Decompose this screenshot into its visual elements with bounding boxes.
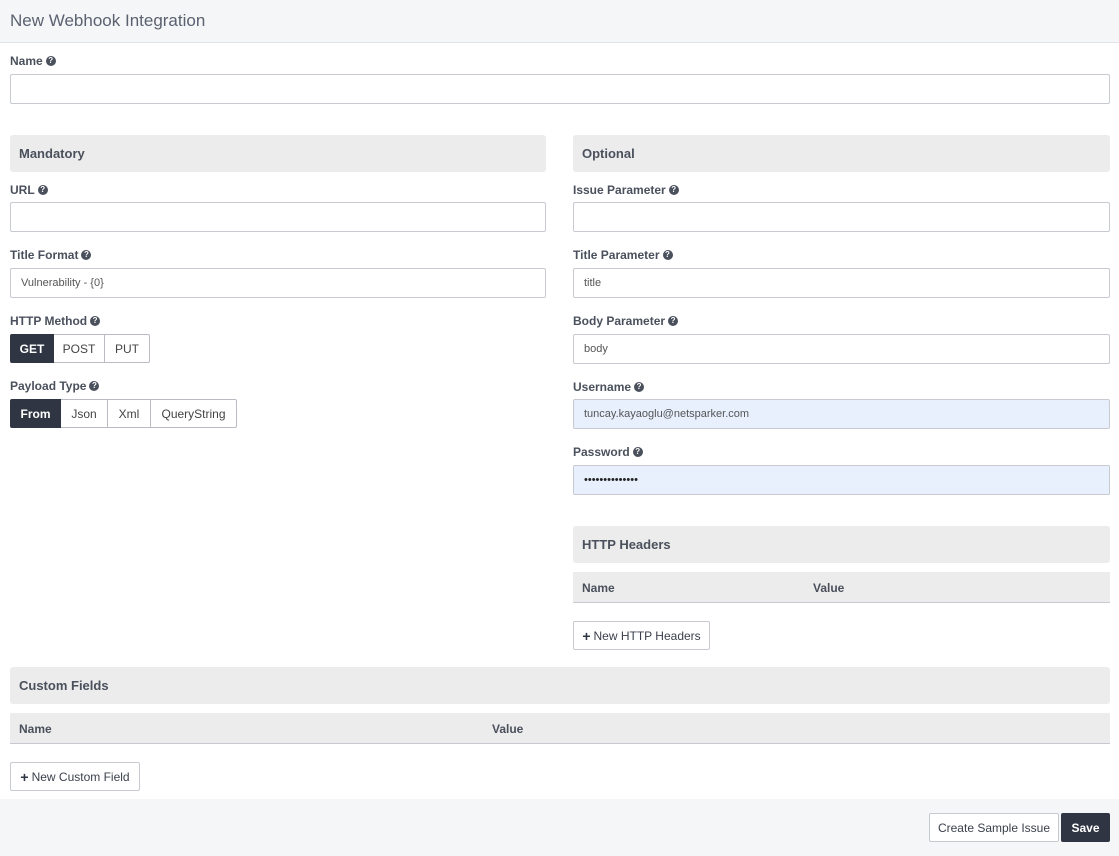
url-input[interactable]: [10, 202, 546, 232]
http-method-post-button[interactable]: POST: [54, 334, 105, 363]
help-icon[interactable]: ?: [668, 185, 679, 195]
custom-fields-name-column: Name: [19, 722, 52, 736]
username-input[interactable]: [573, 399, 1110, 429]
title-parameter-input[interactable]: [573, 268, 1110, 298]
plus-icon: +: [582, 627, 591, 644]
help-icon[interactable]: ?: [668, 316, 679, 326]
plus-icon: +: [20, 768, 29, 785]
help-icon[interactable]: ?: [37, 185, 48, 195]
custom-fields-value-column: Value: [492, 722, 524, 736]
optional-section-header: Optional: [573, 135, 1110, 172]
issue-parameter-label: Issue Parameter ?: [573, 183, 679, 197]
title-parameter-label: Title Parameter ?: [573, 248, 673, 262]
custom-fields-table-header: Name Value: [10, 713, 1110, 744]
username-label: Username ?: [573, 380, 645, 394]
help-icon[interactable]: ?: [634, 382, 645, 392]
body-parameter-label: Body Parameter ?: [573, 314, 679, 328]
payload-type-querystring-button[interactable]: QueryString: [151, 399, 237, 428]
name-label: Name ?: [10, 54, 56, 68]
http-headers-name-column: Name: [582, 581, 615, 595]
http-headers-table-header: Name Value: [573, 572, 1110, 603]
password-label: Password ?: [573, 445, 643, 459]
payload-type-label: Payload Type ?: [10, 379, 100, 393]
payload-type-from-button[interactable]: From: [10, 399, 61, 428]
new-http-headers-button[interactable]: + New HTTP Headers: [573, 621, 710, 650]
issue-parameter-input[interactable]: [573, 202, 1110, 232]
mandatory-section-header: Mandatory: [10, 135, 546, 172]
create-sample-issue-button[interactable]: Create Sample Issue: [929, 813, 1059, 842]
page-title: New Webhook Integration: [10, 11, 206, 30]
custom-fields-section-header: Custom Fields: [10, 667, 1110, 704]
help-icon[interactable]: ?: [90, 316, 101, 326]
http-method-get-button[interactable]: GET: [10, 334, 54, 363]
http-method-put-button[interactable]: PUT: [105, 334, 150, 363]
save-button[interactable]: Save: [1061, 813, 1110, 842]
payload-type-xml-button[interactable]: Xml: [108, 399, 151, 428]
payload-type-group: From Json Xml QueryString: [10, 399, 237, 428]
page-header: New Webhook Integration: [0, 0, 1119, 43]
password-input[interactable]: [573, 465, 1110, 495]
help-icon[interactable]: ?: [81, 250, 92, 260]
payload-type-json-button[interactable]: Json: [61, 399, 108, 428]
help-icon[interactable]: ?: [89, 381, 100, 391]
name-input[interactable]: [10, 74, 1110, 104]
help-icon[interactable]: ?: [662, 250, 673, 260]
http-headers-section-header: HTTP Headers: [573, 526, 1110, 563]
title-format-input[interactable]: [10, 268, 546, 298]
title-format-label: Title Format ?: [10, 248, 92, 262]
help-icon[interactable]: ?: [632, 447, 643, 457]
help-icon[interactable]: ?: [45, 56, 56, 66]
http-method-label: HTTP Method ?: [10, 314, 101, 328]
http-headers-value-column: Value: [813, 581, 845, 595]
url-label: URL ?: [10, 183, 48, 197]
new-custom-field-button[interactable]: + New Custom Field: [10, 762, 140, 791]
http-method-group: GET POST PUT: [10, 334, 150, 363]
body-parameter-input[interactable]: [573, 334, 1110, 364]
